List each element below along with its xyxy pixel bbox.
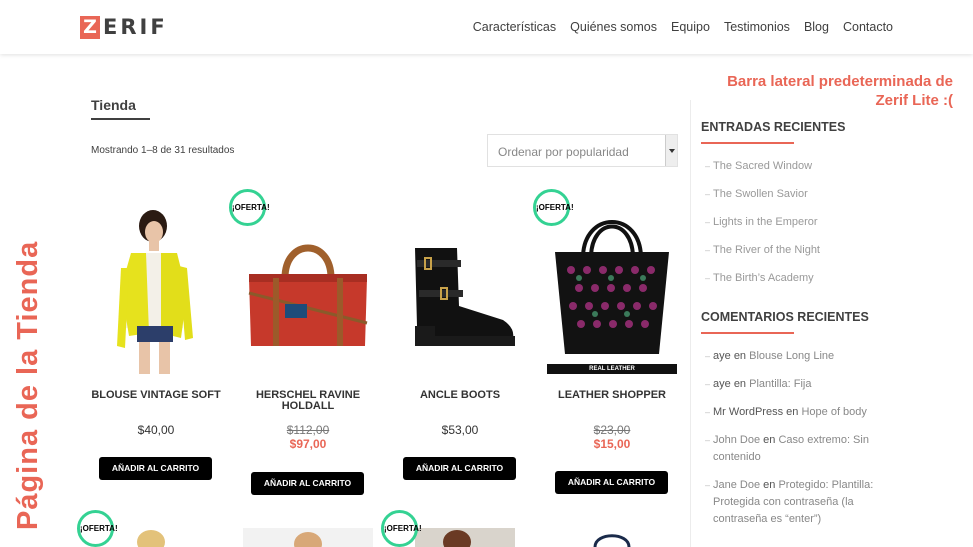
site-logo[interactable]: Z ERIF bbox=[80, 15, 168, 39]
image-caption: REAL LEATHER bbox=[589, 366, 635, 372]
recent-post-link[interactable]: Lights in the Emperor bbox=[705, 214, 885, 231]
result-count: Mostrando 1–8 de 31 resultados bbox=[91, 145, 235, 156]
sort-select-value: Ordenar por popularidad bbox=[498, 145, 629, 159]
comment-on: en bbox=[733, 350, 747, 362]
sale-badge: ¡OFERTA! bbox=[533, 189, 574, 226]
sidebar-divider bbox=[690, 100, 691, 547]
sale-badge: ¡OFERTA! bbox=[77, 510, 118, 547]
comment-on: en bbox=[786, 406, 799, 418]
logo-mark: Z bbox=[80, 15, 100, 39]
sale-badge: ¡OFERTA! bbox=[229, 189, 270, 226]
site-header: Z ERIF Características Quiénes somos Equ… bbox=[0, 0, 973, 54]
recent-posts-title: ENTRADAS RECIENTES bbox=[701, 120, 846, 134]
blouse-image[interactable] bbox=[91, 208, 221, 374]
main-nav: Características Quiénes somos Equipo Tes… bbox=[459, 20, 893, 34]
leather-shopper-image[interactable] bbox=[547, 208, 677, 374]
recent-comments-list: aye en Blouse Long Line aye en Plantilla… bbox=[705, 348, 885, 528]
nav-testimonios[interactable]: Testimonios bbox=[724, 20, 790, 34]
recent-comment: aye en Plantilla: Fija bbox=[705, 376, 885, 393]
page-title: Tienda bbox=[91, 97, 136, 113]
recent-comments-title: COMENTARIOS RECIENTES bbox=[701, 310, 869, 324]
sale-badge: ¡OFERTA! bbox=[381, 510, 422, 547]
recent-post-link[interactable]: The Sacred Window bbox=[705, 158, 885, 175]
comment-author: aye bbox=[713, 350, 731, 362]
add-to-cart-button[interactable]: AÑADIR AL CARRITO bbox=[251, 472, 364, 495]
widget-underline bbox=[701, 332, 794, 334]
product-price: $53,00 bbox=[441, 423, 479, 437]
product-name[interactable]: LEATHER SHOPPER bbox=[537, 390, 687, 401]
sale-price: $15,00 bbox=[593, 437, 631, 451]
product-image-partial[interactable] bbox=[547, 528, 677, 547]
recent-comment: aye en Blouse Long Line bbox=[705, 348, 885, 365]
comment-post-link[interactable]: Plantilla: Fija bbox=[749, 378, 811, 390]
sort-select[interactable]: Ordenar por popularidad bbox=[487, 134, 678, 167]
product-price: $40,00 bbox=[137, 423, 175, 437]
nav-caracteristicas[interactable]: Características bbox=[473, 20, 556, 34]
product-sale-price: $15,00 bbox=[547, 437, 677, 451]
comment-on: en bbox=[763, 479, 776, 491]
comment-on: en bbox=[733, 378, 747, 390]
recent-comment: Mr WordPress en Hope of body bbox=[705, 404, 885, 421]
product-old-price: $23,00 bbox=[547, 423, 677, 437]
nav-equipo[interactable]: Equipo bbox=[671, 20, 710, 34]
recent-posts-list: The Sacred Window The Swollen Savior Lig… bbox=[705, 158, 885, 287]
title-underline bbox=[91, 118, 150, 120]
holdall-bag-image[interactable] bbox=[243, 208, 373, 374]
comment-post-link[interactable]: Blouse Long Line bbox=[749, 350, 834, 362]
ankle-boots-image[interactable] bbox=[395, 208, 525, 374]
sale-price: $97,00 bbox=[289, 437, 327, 451]
old-price: $23,00 bbox=[593, 423, 631, 437]
recent-comment: Jane Doe en Protegido: Plantilla: Proteg… bbox=[705, 477, 885, 528]
product-name[interactable]: ANCLE BOOTS bbox=[385, 390, 535, 401]
product-old-price: $112,00 bbox=[243, 423, 373, 437]
widget-underline bbox=[701, 142, 794, 144]
recent-comment: John Doe en Caso extremo: Sin contenido bbox=[705, 432, 885, 466]
recent-post-link[interactable]: The Birth’s Academy bbox=[705, 270, 885, 287]
add-to-cart-button[interactable]: AÑADIR AL CARRITO bbox=[99, 457, 212, 480]
comment-author: Mr WordPress bbox=[713, 406, 784, 418]
comment-author[interactable]: John Doe bbox=[713, 434, 760, 446]
nav-quienes-somos[interactable]: Quiénes somos bbox=[570, 20, 657, 34]
add-to-cart-button[interactable]: AÑADIR AL CARRITO bbox=[555, 471, 668, 494]
chevron-down-icon bbox=[665, 135, 677, 166]
product-image-partial[interactable] bbox=[243, 528, 373, 547]
nav-contacto[interactable]: Contacto bbox=[843, 20, 893, 34]
comment-author[interactable]: Jane Doe bbox=[713, 479, 760, 491]
comment-on: en bbox=[763, 434, 776, 446]
add-to-cart-button[interactable]: AÑADIR AL CARRITO bbox=[403, 457, 516, 480]
recent-post-link[interactable]: The Swollen Savior bbox=[705, 186, 885, 203]
product-sale-price: $97,00 bbox=[243, 437, 373, 451]
old-price: $112,00 bbox=[286, 423, 330, 437]
sidebar-annotation: Barra lateral predeterminada de Zerif Li… bbox=[727, 73, 953, 109]
product-name[interactable]: HERSCHEL RAVINE HOLDALL bbox=[233, 390, 383, 412]
comment-post-link[interactable]: Hope of body bbox=[801, 406, 866, 418]
nav-blog[interactable]: Blog bbox=[804, 20, 829, 34]
recent-post-link[interactable]: The River of the Night bbox=[705, 242, 885, 259]
comment-author: aye bbox=[713, 378, 731, 390]
page-annotation-label: Página de la Tienda bbox=[12, 240, 44, 530]
logo-text: ERIF bbox=[103, 15, 168, 39]
product-name[interactable]: BLOUSE VINTAGE SOFT bbox=[81, 390, 231, 401]
